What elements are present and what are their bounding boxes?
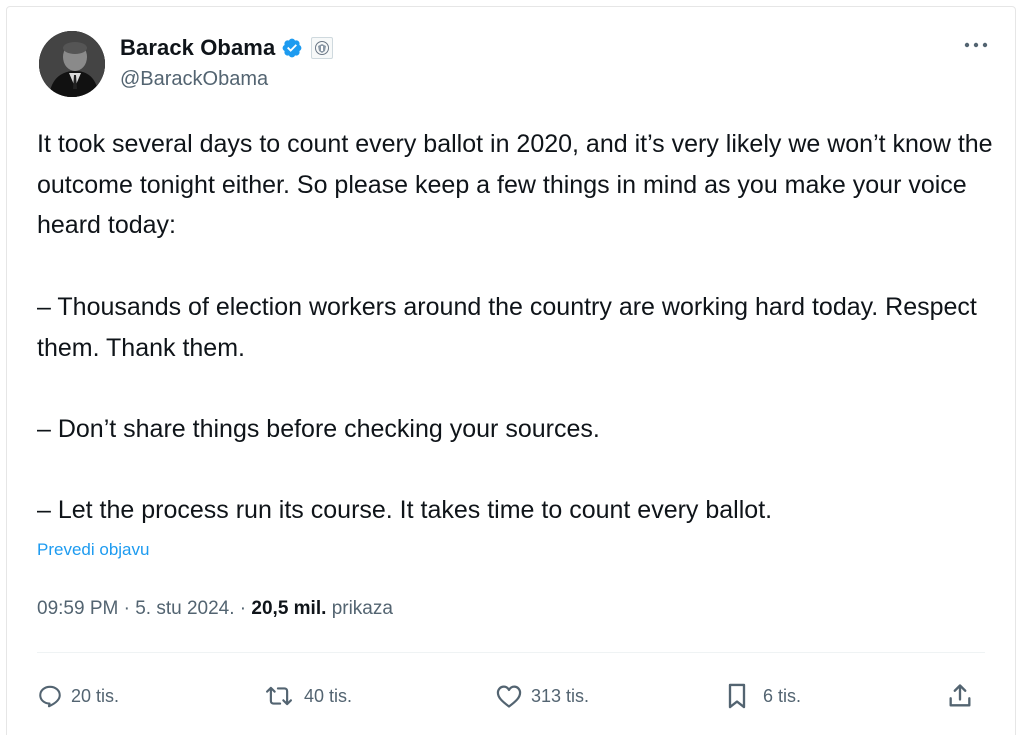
bookmark-button[interactable]: 6 tis.	[725, 679, 801, 713]
post-paragraph: – Let the process run its course. It tak…	[37, 496, 773, 525]
separator-dot: ·	[123, 598, 136, 619]
reply-icon	[37, 683, 63, 709]
avatar[interactable]	[39, 31, 105, 97]
post-card: Barack Obama @BarackObama It took severa…	[6, 6, 1016, 735]
translate-post-link[interactable]: Prevedi objavu	[37, 540, 149, 560]
government-seal-icon[interactable]	[311, 37, 334, 59]
views-count: 20,5 mil.	[251, 598, 327, 619]
divider	[37, 652, 985, 653]
post-paragraph: It took several days to count every ball…	[37, 130, 993, 240]
author-display-name[interactable]: Barack Obama	[120, 35, 275, 61]
reply-button[interactable]: 20 tis.	[37, 679, 119, 713]
like-count: 313 tis.	[531, 685, 590, 706]
heart-icon	[495, 683, 523, 709]
author-handle[interactable]: @BarackObama	[120, 68, 268, 91]
verified-badge-icon[interactable]	[281, 37, 303, 59]
post-paragraph: – Don’t share things before checking you…	[37, 414, 600, 443]
repost-button[interactable]: 40 tis.	[262, 679, 352, 713]
post-paragraph: – Thousands of election workers around t…	[37, 292, 977, 362]
author-name-row: Barack Obama	[120, 34, 334, 62]
separator-dot: ·	[239, 598, 252, 619]
bookmark-count: 6 tis.	[763, 685, 802, 706]
repost-icon	[262, 683, 296, 709]
bookmark-icon	[725, 682, 749, 710]
repost-count: 40 tis.	[304, 685, 353, 706]
like-button[interactable]: 313 tis.	[495, 679, 589, 713]
share-icon	[947, 682, 973, 710]
post-date[interactable]: 5. stu 2024.	[135, 598, 234, 619]
post-metadata: 09:59 PM · 5. stu 2024. · 20,5 mil. prik…	[37, 598, 393, 620]
share-button[interactable]	[947, 679, 973, 713]
more-options-icon[interactable]	[961, 35, 991, 55]
avatar-photo	[39, 31, 105, 97]
post-time[interactable]: 09:59 PM	[37, 598, 118, 619]
post-text: It took several days to count every ball…	[37, 124, 997, 531]
reply-count: 20 tis.	[71, 685, 120, 706]
views-label: prikaza	[331, 598, 393, 619]
